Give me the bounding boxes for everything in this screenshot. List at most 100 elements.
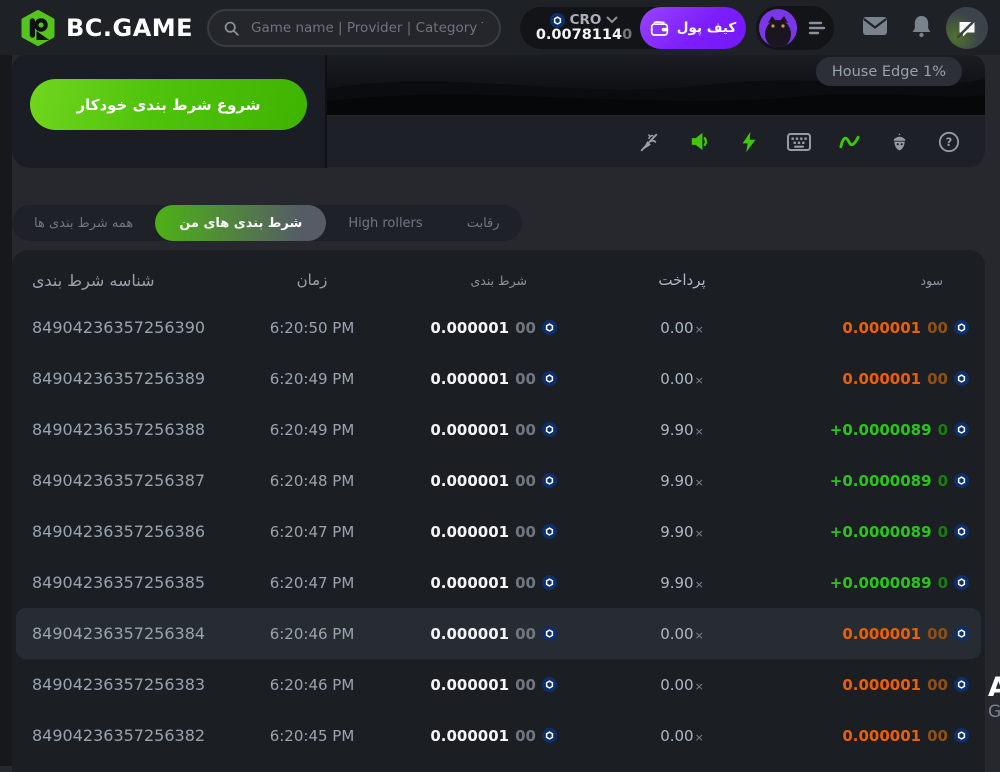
profit-cell: 0.00000100 (807, 676, 969, 694)
bet-time-cell: 6:20:47 PM (242, 574, 382, 592)
bet-time-cell: 6:20:49 PM (242, 370, 382, 388)
table-header-row: شناسه شرط بندیزمانشرط بندیپرداختسود (12, 258, 985, 302)
cro-coin-icon (954, 422, 969, 437)
bet-amount-cell: 0.00000100 (382, 472, 557, 490)
bet-time-cell: 6:20:50 PM (242, 319, 382, 337)
currency-selector[interactable]: CRO 0.00781140 (528, 7, 640, 49)
cro-coin-icon (954, 626, 969, 641)
cro-coin-icon (542, 371, 557, 386)
mail-icon[interactable] (862, 16, 888, 36)
payout-cell: 0.00× (557, 370, 807, 388)
bet-id-cell: 84904236357256387 (32, 471, 242, 490)
bet-time-cell: 6:20:46 PM (242, 676, 382, 694)
wallet-button[interactable]: کیف پول (640, 7, 746, 49)
table-row[interactable]: 84904236357256386 6:20:47 PM 0.00000100 … (12, 506, 985, 557)
avatar[interactable] (759, 9, 797, 47)
payout-cell: 9.90× (557, 523, 807, 541)
bets-table-card: شناسه شرط بندیزمانشرط بندیپرداختسود 8490… (12, 250, 985, 772)
bet-amount-cell: 0.00000100 (382, 370, 557, 388)
table-row[interactable]: 84904236357256384 6:20:46 PM 0.00000100 … (16, 608, 981, 659)
bet-time-cell: 6:20:47 PM (242, 523, 382, 541)
profit-cell: +0.00000890 (807, 472, 969, 490)
wallet-icon (650, 20, 669, 37)
rank-list-icon[interactable] (808, 21, 826, 35)
table-row[interactable]: 84904236357256382 6:20:45 PM 0.00000100 … (12, 710, 985, 761)
column-header-bet: شرط بندی (382, 273, 557, 288)
svg-text:?: ? (946, 135, 953, 149)
house-edge-badge: House Edge 1% (816, 57, 962, 86)
wallet-button-label: کیف پول (677, 20, 736, 36)
cro-coin-icon (550, 13, 565, 28)
table-row[interactable]: 84904236357256387 6:20:48 PM 0.00000100 … (12, 455, 985, 506)
bets-tab[interactable]: High rollers (326, 205, 444, 241)
column-header-time: زمان (242, 271, 382, 289)
game-canvas[interactable]: House Edge 1% (327, 55, 985, 115)
bet-amount-cell: 0.00000100 (382, 625, 557, 643)
cro-coin-icon (542, 728, 557, 743)
start-autobet-button[interactable]: شروع شرط بندی خودکار (30, 79, 307, 130)
bet-amount-cell: 0.00000100 (382, 676, 557, 694)
payout-cell: 0.00× (557, 727, 807, 745)
column-header-id: شناسه شرط بندی (32, 271, 242, 290)
bet-time-cell: 6:20:45 PM (242, 727, 382, 745)
bet-amount-cell: 0.00000100 (382, 319, 557, 337)
bet-id-cell: 84904236357256384 (32, 624, 242, 643)
game-toolbar: ? (327, 115, 985, 167)
cro-coin-icon (954, 524, 969, 539)
table-body: 84904236357256390 6:20:50 PM 0.00000100 … (12, 302, 985, 761)
table-row[interactable]: 84904236357256389 6:20:49 PM 0.00000100 … (12, 353, 985, 404)
chat-toggle-icon[interactable] (946, 7, 988, 49)
hotkeys-icon[interactable] (787, 130, 811, 154)
turbo-icon[interactable] (737, 130, 761, 154)
payout-cell: 0.00× (557, 625, 807, 643)
cro-coin-icon (542, 575, 557, 590)
cro-coin-icon (542, 626, 557, 641)
payout-cell: 9.90× (557, 472, 807, 490)
currency-code: CRO (570, 13, 602, 28)
bet-id-cell: 84904236357256383 (32, 675, 242, 694)
payout-cell: 0.00× (557, 319, 807, 337)
table-row[interactable]: 84904236357256385 6:20:47 PM 0.00000100 … (12, 557, 985, 608)
live-stats-icon[interactable] (837, 130, 861, 154)
bets-tab[interactable]: شرط بندی های من (155, 205, 326, 241)
bcgame-logo[interactable]: BC.GAME (20, 10, 193, 46)
payout-cell: 9.90× (557, 421, 807, 439)
profit-cell: 0.00000100 (807, 625, 969, 643)
table-row[interactable]: 84904236357256390 6:20:50 PM 0.00000100 … (12, 302, 985, 353)
table-row[interactable]: 84904236357256383 6:20:46 PM 0.00000100 … (12, 659, 985, 710)
cro-coin-icon (954, 728, 969, 743)
bet-time-cell: 6:20:46 PM (242, 625, 382, 643)
bet-id-cell: 84904236357256386 (32, 522, 242, 541)
column-header-payout: پرداخت (557, 271, 807, 289)
confetti-off-icon[interactable] (637, 130, 661, 154)
profit-cell: +0.00000890 (807, 421, 969, 439)
cro-coin-icon (542, 422, 557, 437)
fairness-icon[interactable] (887, 130, 911, 154)
bets-tab[interactable]: همه شرط بندی ها (12, 205, 155, 241)
payout-cell: 0.00× (557, 676, 807, 694)
sound-icon[interactable] (687, 130, 711, 154)
search-icon (223, 20, 240, 37)
bet-amount-cell: 0.00000100 (382, 574, 557, 592)
bet-amount-cell: 0.00000100 (382, 421, 557, 439)
balance-value: 0.00781140 (536, 28, 632, 44)
bet-id-cell: 84904236357256390 (32, 318, 242, 337)
app-header: BC.GAME CRO 0.00781140 (0, 0, 1000, 55)
chevron-down-icon (606, 16, 618, 24)
help-icon[interactable]: ? (937, 130, 961, 154)
profit-cell: +0.00000890 (807, 523, 969, 541)
cro-coin-icon (542, 473, 557, 488)
table-row[interactable]: 84904236357256388 6:20:49 PM 0.00000100 … (12, 404, 985, 455)
bell-icon[interactable] (910, 14, 933, 39)
profit-cell: 0.00000100 (807, 319, 969, 337)
bets-tab[interactable]: رقابت (445, 205, 522, 241)
left-gutter (0, 55, 12, 766)
profile-pill (756, 6, 834, 50)
search-input[interactable] (249, 19, 485, 37)
profit-cell: 0.00000100 (807, 370, 969, 388)
payout-cell: 9.90× (557, 574, 807, 592)
bets-tabs: همه شرط بندی هاشرط بندی های منHigh rolle… (12, 205, 522, 241)
bcgame-logo-icon (20, 10, 56, 46)
cro-coin-icon (954, 320, 969, 335)
cro-coin-icon (542, 524, 557, 539)
